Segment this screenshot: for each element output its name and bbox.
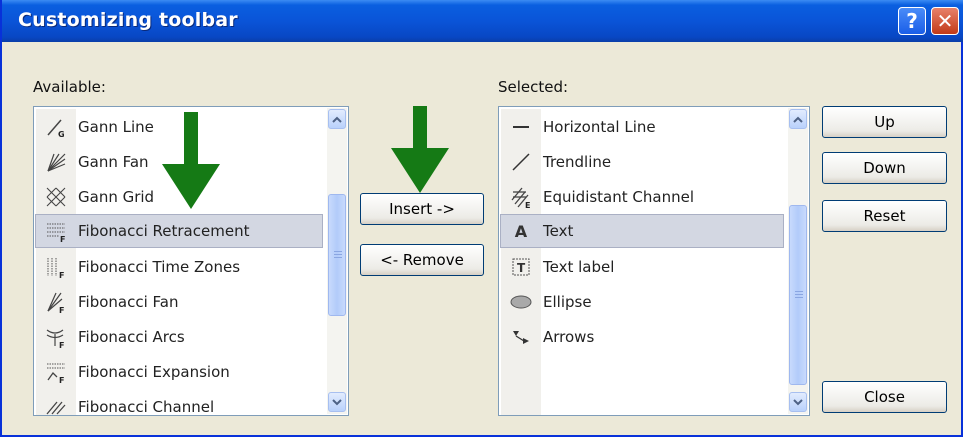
fibonacci-channel-icon bbox=[44, 395, 68, 415]
list-item-fibonacci-time-zones[interactable]: F Fibonacci Time Zones bbox=[36, 250, 324, 284]
list-item-ellipse[interactable]: Ellipse bbox=[501, 285, 785, 319]
text-label-icon: T bbox=[509, 255, 533, 279]
ellipse-icon bbox=[509, 290, 533, 314]
list-item-label: Fibonacci Expansion bbox=[78, 363, 230, 381]
fibonacci-arcs-icon: F bbox=[44, 325, 68, 349]
gann-line-icon: G bbox=[44, 115, 68, 139]
list-item-label: Gann Grid bbox=[78, 188, 155, 206]
list-item-trendline[interactable]: Trendline bbox=[501, 145, 785, 179]
fibonacci-fan-icon: F bbox=[44, 290, 68, 314]
scroll-thumb[interactable] bbox=[789, 205, 807, 385]
svg-text:G: G bbox=[58, 130, 65, 138]
list-item-fibonacci-channel[interactable]: Fibonacci Channel bbox=[36, 390, 324, 416]
remove-button[interactable]: <- Remove bbox=[360, 244, 484, 276]
list-item-label: Gann Line bbox=[78, 118, 154, 136]
list-item-label: Ellipse bbox=[543, 293, 592, 311]
horizontal-line-icon bbox=[509, 115, 533, 139]
list-item-equidistant-channel[interactable]: E Equidistant Channel bbox=[501, 180, 785, 214]
list-item-fibonacci-retracement[interactable]: F Fibonacci Retracement bbox=[35, 214, 323, 248]
list-item-fibonacci-arcs[interactable]: F Fibonacci Arcs bbox=[36, 320, 324, 354]
svg-text:F: F bbox=[59, 271, 64, 278]
green-down-arrow-icon bbox=[391, 106, 449, 193]
fibonacci-expansion-icon: F bbox=[44, 360, 68, 384]
selected-scrollbar[interactable] bbox=[788, 108, 808, 414]
gann-fan-icon bbox=[44, 150, 68, 174]
insert-button[interactable]: Insert -> bbox=[360, 193, 484, 225]
window-title: Customizing toolbar bbox=[18, 9, 238, 31]
svg-text:F: F bbox=[60, 235, 65, 242]
scroll-down-button[interactable] bbox=[789, 392, 807, 412]
svg-text:F: F bbox=[59, 306, 64, 313]
svg-text:F: F bbox=[59, 341, 64, 348]
scroll-up-button[interactable] bbox=[789, 109, 807, 129]
chevron-down-icon bbox=[793, 398, 803, 405]
list-item-fibonacci-fan[interactable]: F Fibonacci Fan bbox=[36, 285, 324, 319]
list-item-label: Arrows bbox=[543, 328, 595, 346]
list-item-label: Horizontal Line bbox=[543, 118, 656, 136]
list-item-text-label[interactable]: T Text label bbox=[501, 250, 785, 284]
customizing-toolbar-dialog: Customizing toolbar ? ✕ Available: G Gan… bbox=[0, 0, 963, 437]
list-item-label: Fibonacci Time Zones bbox=[78, 258, 241, 276]
list-item-label: Fibonacci Fan bbox=[78, 293, 179, 311]
list-item-label: Text label bbox=[543, 258, 615, 276]
list-item-label: Equidistant Channel bbox=[543, 188, 694, 206]
svg-text:F: F bbox=[59, 376, 64, 383]
list-item-label: Fibonacci Retracement bbox=[78, 222, 250, 240]
scroll-down-button[interactable] bbox=[328, 392, 346, 412]
list-item-label: Text bbox=[543, 222, 574, 240]
reset-button[interactable]: Reset bbox=[822, 200, 947, 232]
list-item-label: Fibonacci Arcs bbox=[78, 328, 185, 346]
chevron-down-icon bbox=[332, 398, 342, 405]
list-item-label: Trendline bbox=[543, 153, 612, 171]
available-label: Available: bbox=[33, 78, 106, 96]
text-icon: A bbox=[514, 221, 528, 241]
list-item-text[interactable]: A Text bbox=[500, 214, 784, 248]
svg-text:E: E bbox=[525, 201, 530, 208]
close-button[interactable]: Close bbox=[822, 381, 947, 413]
equidistant-channel-icon: E bbox=[509, 185, 533, 209]
down-button[interactable]: Down bbox=[822, 152, 947, 184]
title-bar: Customizing toolbar ? ✕ bbox=[2, 0, 963, 42]
scroll-thumb[interactable] bbox=[328, 194, 346, 316]
available-scrollbar[interactable] bbox=[327, 108, 347, 414]
fibonacci-time-zones-icon: F bbox=[44, 255, 68, 279]
svg-text:T: T bbox=[517, 261, 526, 275]
up-button[interactable]: Up bbox=[822, 106, 947, 138]
list-item-label: Gann Fan bbox=[78, 153, 149, 171]
help-button[interactable]: ? bbox=[898, 7, 926, 35]
green-down-arrow-icon bbox=[162, 112, 220, 209]
list-item-arrows[interactable]: Arrows bbox=[501, 320, 785, 354]
list-item-horizontal-line[interactable]: Horizontal Line bbox=[501, 110, 785, 144]
chevron-up-icon bbox=[332, 116, 342, 123]
chevron-up-icon bbox=[793, 116, 803, 123]
trendline-icon bbox=[509, 150, 533, 174]
close-window-button[interactable]: ✕ bbox=[931, 7, 959, 35]
list-item-label: Fibonacci Channel bbox=[78, 398, 215, 416]
fibonacci-retracement-icon: F bbox=[44, 219, 68, 243]
selected-list[interactable]: Horizontal Line Trendline E Equidistant … bbox=[498, 106, 810, 416]
list-item-fibonacci-expansion[interactable]: F Fibonacci Expansion bbox=[36, 355, 324, 389]
selected-label: Selected: bbox=[498, 78, 569, 96]
scroll-up-button[interactable] bbox=[328, 109, 346, 129]
gann-grid-icon bbox=[44, 185, 68, 209]
arrows-icon bbox=[509, 325, 533, 349]
